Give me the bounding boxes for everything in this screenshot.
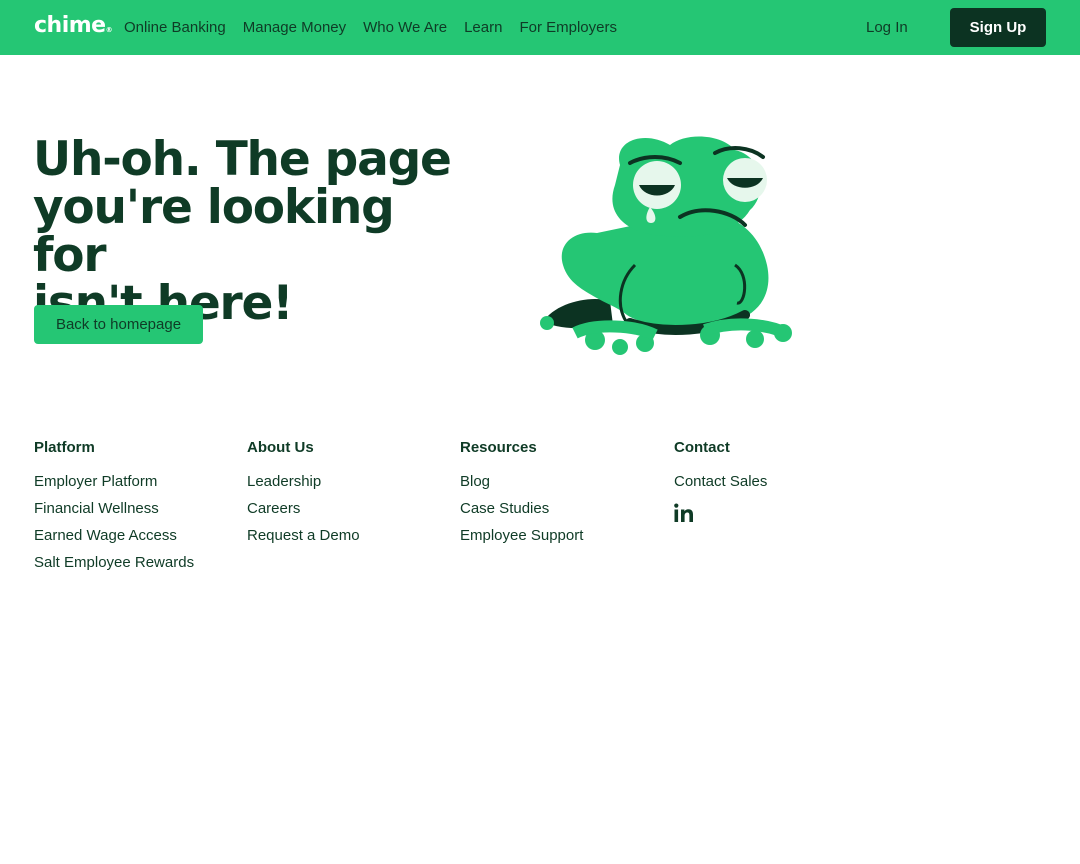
footer-heading: Resources: [460, 439, 537, 456]
sad-frog-illustration: [540, 136, 792, 355]
footer-heading: About Us: [247, 439, 314, 456]
title-line: you're looking for: [33, 180, 395, 283]
page-title: Uh-oh. The page you're looking for isn't…: [33, 136, 453, 328]
back-to-homepage-button[interactable]: Back to homepage: [34, 305, 203, 344]
footer-link-blog[interactable]: Blog: [460, 473, 490, 490]
chime-logo[interactable]: chime®: [34, 12, 113, 40]
top-navbar: chime® Online Banking Manage Money Who W…: [0, 0, 1080, 55]
nav-who-we-are[interactable]: Who We Are: [363, 19, 447, 36]
main-nav: Online Banking Manage Money Who We Are L…: [124, 0, 634, 55]
footer-link-employer-platform[interactable]: Employer Platform: [34, 473, 157, 490]
footer-link-leadership[interactable]: Leadership: [247, 473, 321, 490]
footer-col-platform: Platform Employer Platform Financial Wel…: [34, 438, 194, 580]
linkedin-icon[interactable]: [674, 503, 694, 523]
footer-link-contact-sales[interactable]: Contact Sales: [674, 473, 767, 490]
nav-online-banking[interactable]: Online Banking: [124, 19, 226, 36]
footer-heading: Platform: [34, 439, 95, 456]
login-link[interactable]: Log In: [866, 19, 908, 36]
footer-link-financial-wellness[interactable]: Financial Wellness: [34, 500, 159, 517]
footer-link-request-demo[interactable]: Request a Demo: [247, 527, 360, 544]
footer-link-case-studies[interactable]: Case Studies: [460, 500, 549, 517]
nav-learn[interactable]: Learn: [464, 19, 502, 36]
nav-for-employers[interactable]: For Employers: [519, 19, 617, 36]
footer-col-contact: Contact Contact Sales: [674, 438, 767, 523]
title-line: Uh-oh. The page: [33, 132, 452, 187]
footer-link-salt-employee-rewards[interactable]: Salt Employee Rewards: [34, 554, 194, 571]
footer-link-earned-wage-access[interactable]: Earned Wage Access: [34, 527, 177, 544]
footer-link-employee-support[interactable]: Employee Support: [460, 527, 583, 544]
footer-link-careers[interactable]: Careers: [247, 500, 300, 517]
footer-heading: Contact: [674, 439, 730, 456]
footer-col-resources: Resources Blog Case Studies Employee Sup…: [460, 438, 583, 553]
nav-manage-money[interactable]: Manage Money: [243, 19, 346, 36]
signup-button[interactable]: Sign Up: [950, 8, 1046, 47]
footer-col-about-us: About Us Leadership Careers Request a De…: [247, 438, 360, 553]
